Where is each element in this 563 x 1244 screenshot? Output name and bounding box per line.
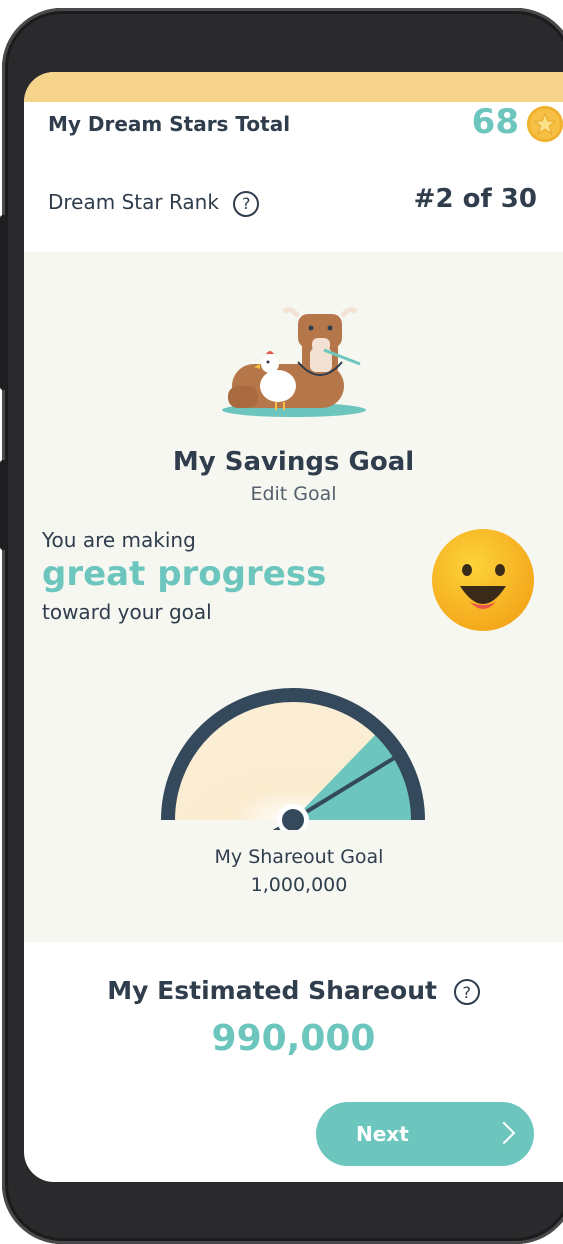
progress-highlight-text: great progress (42, 554, 327, 594)
shareout-goal-label: My Shareout Goal (214, 846, 384, 868)
next-button[interactable]: Next (316, 1102, 534, 1166)
next-button-label: Next (356, 1122, 409, 1146)
dream-stars-total-label: My Dream Stars Total (48, 112, 291, 136)
dream-star-rank-value: #2 of 30 (413, 184, 537, 214)
progress-intro-text: You are making (42, 528, 196, 552)
savings-goal-title: My Savings Goal (172, 447, 415, 477)
dream-star-rank-label: Dream Star Rank ? (48, 190, 260, 217)
question-circle-icon[interactable]: ? (453, 979, 480, 1005)
progress-gauge (158, 670, 428, 836)
top-accent-strip (24, 72, 563, 104)
star-icon (527, 106, 563, 142)
app-screen: My Dream Stars Total 68 Dream Star Rank … (24, 72, 563, 1182)
savings-goal-panel: My Savings Goal Edit Goal You are making… (24, 252, 563, 942)
question-circle-icon[interactable]: ? (233, 190, 260, 217)
stars-header: My Dream Stars Total 68 Dream Star Rank … (24, 102, 563, 252)
progress-outro-text: toward your goal (42, 600, 212, 624)
estimated-shareout-text: My Estimated Shareout (107, 976, 437, 1005)
shareout-goal-value: 1,000,000 (250, 874, 348, 896)
smiley-face-icon (430, 528, 536, 632)
dream-star-rank-text: Dream Star Rank (48, 190, 219, 214)
estimated-shareout-label: My Estimated Shareout ? (24, 976, 563, 1005)
chevron-right-icon (492, 1121, 516, 1145)
edit-goal-link[interactable]: Edit Goal (24, 483, 563, 505)
dream-stars-total-value: 68 (471, 102, 519, 142)
phone-side-button-lower (0, 460, 8, 550)
cow-illustration (214, 302, 374, 422)
phone-side-button (0, 215, 8, 390)
estimated-shareout-value: 990,000 (211, 1018, 376, 1059)
